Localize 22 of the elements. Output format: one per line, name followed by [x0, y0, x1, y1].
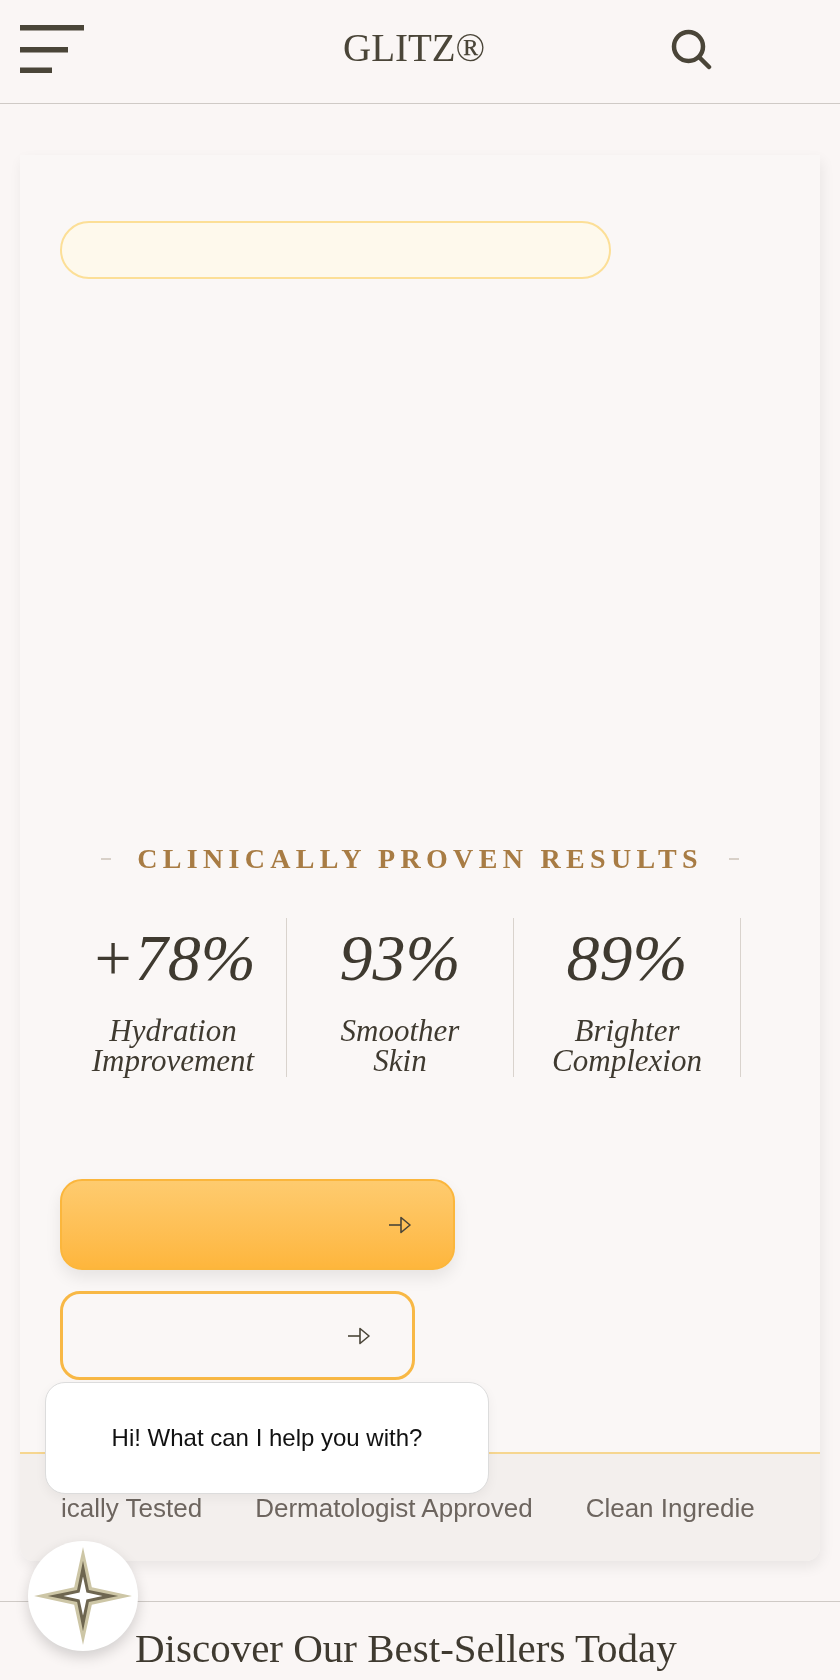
heading-dash [728, 858, 739, 860]
stat-value: 89% [566, 922, 688, 994]
search-icon [671, 29, 712, 70]
trust-label: ically Tested [61, 1491, 203, 1525]
heading-dash [101, 858, 112, 860]
arrow-icon [389, 1215, 411, 1234]
trust-label: Clean Ingredie [585, 1491, 755, 1525]
stat-value: +78% [90, 922, 256, 994]
search-button[interactable] [671, 29, 712, 70]
arrow-icon [348, 1326, 370, 1345]
stat-label: Smoother Skin [339, 1016, 461, 1076]
menu-icon [20, 25, 84, 73]
trust-label: Dermatologist Approved [255, 1491, 533, 1525]
brand-logo[interactable]: GLITZ® [343, 23, 486, 73]
chat-bubble: Hi! What can I help you with? [45, 1382, 489, 1494]
stat-label: Hydration Improvement [90, 1016, 256, 1076]
section-title: Discover Our Best-Sellers Today [135, 1624, 677, 1672]
menu-button[interactable] [20, 25, 84, 73]
stat-label: Brighter Complexion [551, 1016, 703, 1076]
section-heading: CLINICALLY PROVEN RESULTS [137, 842, 703, 876]
stat-value: 93% [339, 922, 461, 994]
sparkle-icon [34, 1547, 132, 1645]
